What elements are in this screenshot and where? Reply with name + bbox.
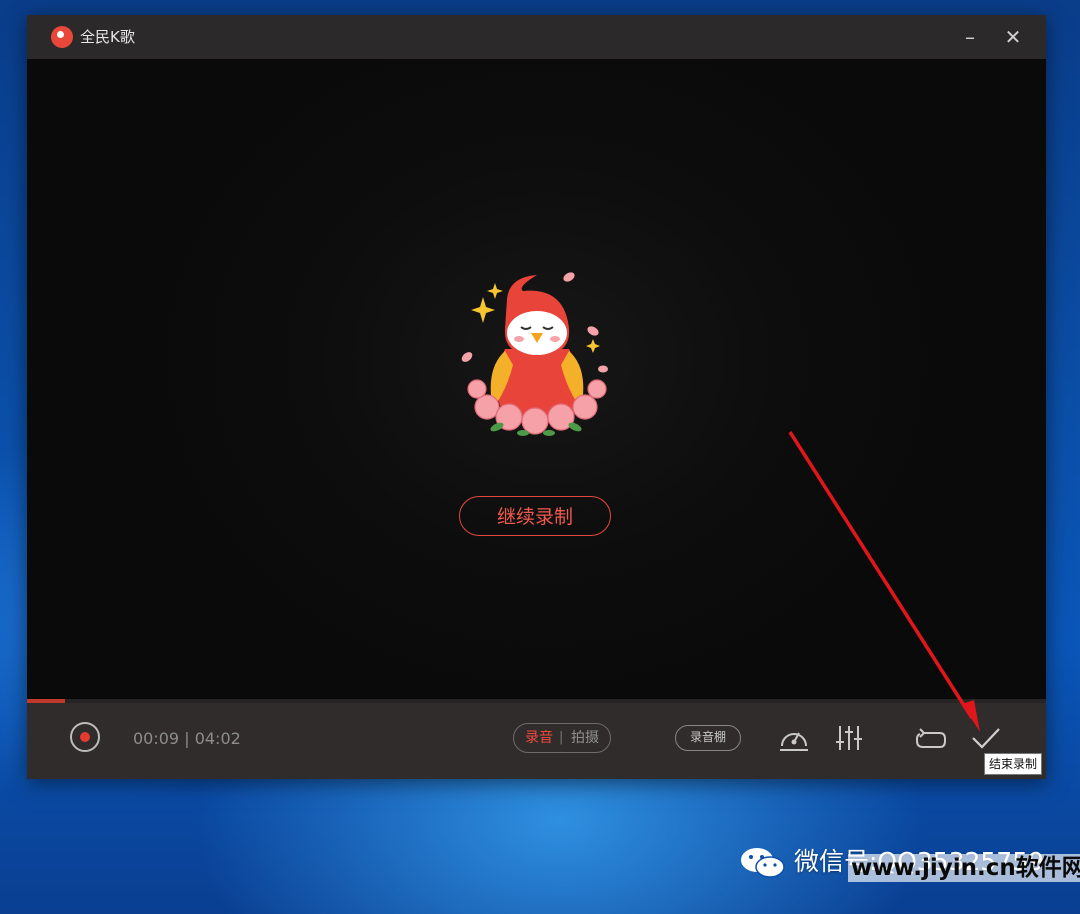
wechat-icon — [741, 848, 785, 878]
time-readout: 00:09 | 04:02 — [133, 729, 241, 749]
rerecord-loop-icon[interactable] — [914, 722, 948, 754]
checkmark-icon[interactable] — [969, 722, 1003, 754]
control-bar: 00:09 | 04:02 录音 | 拍摄 录音棚 — [27, 703, 1046, 779]
time-total: 04:02 — [194, 729, 241, 748]
app-title: 全民K歌 — [80, 28, 135, 46]
app-window: 全民K歌 – ✕ 继续录制 00:09 | 04:02 录音 | 拍摄 录音棚 — [27, 15, 1046, 779]
equalizer-sliders-icon[interactable] — [832, 722, 866, 754]
time-current: 00:09 — [133, 729, 180, 748]
tuning-gauge-icon[interactable] — [777, 722, 811, 754]
parrot-mascot-icon — [461, 272, 608, 436]
continue-recording-button[interactable]: 继续录制 — [459, 496, 611, 536]
mode-toggle: 录音 | 拍摄 — [513, 723, 611, 753]
mode-video-tab[interactable]: 拍摄 — [571, 729, 599, 747]
quanmin-kge-logo-icon — [51, 26, 73, 48]
minimize-button[interactable]: – — [956, 23, 984, 51]
recording-stage: 继续录制 — [27, 59, 1046, 699]
record-dot-icon[interactable] — [70, 722, 100, 752]
title-bar[interactable]: 全民K歌 – ✕ — [27, 15, 1046, 59]
site-watermark-text: www.jiyin.cn软件网 — [848, 854, 1080, 882]
studio-button[interactable]: 录音棚 — [675, 725, 741, 751]
time-separator: | — [184, 729, 190, 748]
mode-separator: | — [559, 730, 564, 745]
close-button[interactable]: ✕ — [999, 23, 1027, 51]
finish-recording-tooltip: 结束录制 — [984, 753, 1043, 775]
mode-audio-tab[interactable]: 录音 — [525, 729, 553, 747]
